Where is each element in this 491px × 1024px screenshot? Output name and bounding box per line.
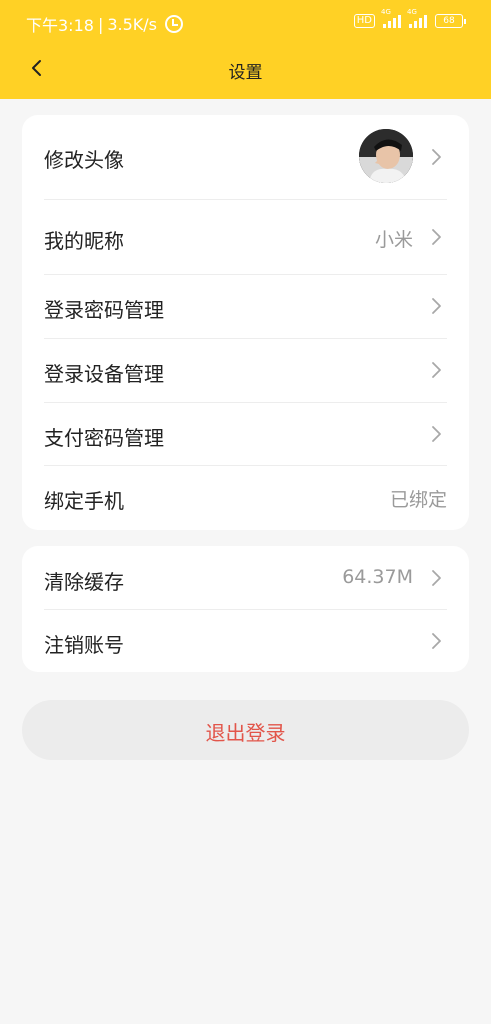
login-password-row[interactable]: 登录密码管理 [44,274,447,339]
nickname-row[interactable]: 我的昵称 小米 [44,199,447,275]
settings-card: 修改头像 我的昵称 小米 登录密码管理 登录设备管理 支付密码管理 绑定手机 已… [22,115,469,530]
status-time: 下午3:18 [26,16,94,35]
change-avatar-row[interactable]: 修改头像 [44,115,447,200]
hd-badge: HD [353,14,375,28]
status-bar: 下午3:18 | 3.5K/s HD 4G 4G 68 [0,0,491,46]
network-type-label: 4G [381,8,391,16]
status-left: 下午3:18 | 3.5K/s [26,12,183,36]
network-type-label-2: 4G [407,8,417,16]
cancel-account-row[interactable]: 注销账号 [44,609,447,672]
status-right: HD 4G 4G 68 [353,8,466,28]
chevron-right-icon [432,149,441,165]
cache-size-value: 64.37M [342,566,413,588]
alarm-icon [165,15,183,33]
chevron-right-icon [432,298,441,314]
change-avatar-label: 修改头像 [44,148,124,172]
clear-cache-row[interactable]: 清除缓存 64.37M [44,546,447,610]
bind-phone-label: 绑定手机 [44,489,124,513]
logout-label: 退出登录 [205,721,286,745]
nickname-value: 小米 [374,229,413,251]
avatar [359,129,413,183]
nickname-label: 我的昵称 [44,229,124,253]
status-divider: | [97,14,104,34]
pay-password-label: 支付密码管理 [44,426,164,450]
bind-phone-status: 已绑定 [389,489,447,511]
chevron-right-icon [432,570,441,586]
pay-password-row[interactable]: 支付密码管理 [44,402,447,466]
battery-icon: 68 [435,14,466,28]
chevron-right-icon [432,633,441,649]
login-device-label: 登录设备管理 [44,362,164,386]
bind-phone-row[interactable]: 绑定手机 已绑定 [44,465,447,530]
storage-card: 清除缓存 64.37M 注销账号 [22,546,469,672]
chevron-right-icon [432,362,441,378]
login-password-label: 登录密码管理 [44,298,164,322]
status-network-speed: 3.5K/s [107,14,157,34]
clear-cache-label: 清除缓存 [44,570,124,594]
login-device-row[interactable]: 登录设备管理 [44,338,447,403]
chevron-right-icon [432,426,441,442]
logout-button[interactable]: 退出登录 [22,700,469,760]
signal-icon: 4G [381,8,401,28]
page-title: 设置 [228,63,263,83]
signal-icon-2: 4G [407,8,427,28]
chevron-right-icon [432,229,441,245]
cancel-account-label: 注销账号 [44,633,124,657]
avatar-image [359,129,413,183]
battery-level: 68 [443,16,455,26]
app-header: 下午3:18 | 3.5K/s HD 4G 4G 68 设置 [0,0,491,99]
navigation-bar: 设置 [0,46,491,91]
